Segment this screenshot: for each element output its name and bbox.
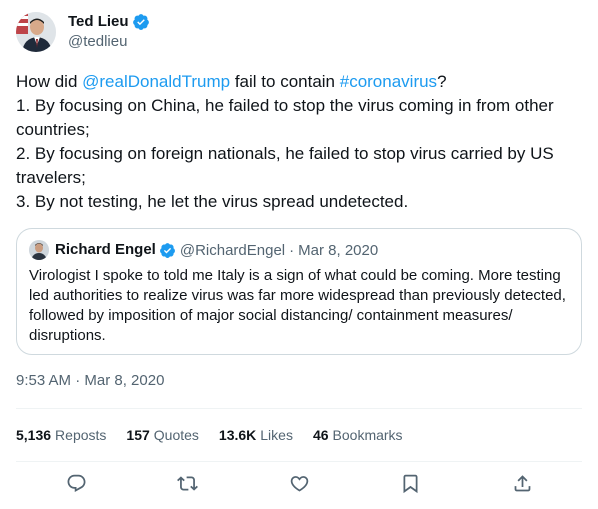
quotes-label: Quotes xyxy=(153,427,199,443)
likes-stat[interactable]: 13.6K Likes xyxy=(219,427,293,443)
separator-dot: · xyxy=(289,241,295,259)
author-handle[interactable]: @tedlieu xyxy=(68,32,150,52)
bookmarks-count: 46 xyxy=(312,427,329,443)
quoted-author-display-name: Richard Engel xyxy=(55,241,156,258)
reply-icon xyxy=(67,474,85,492)
tweet-text-line: 2. By focusing on foreign nationals, he … xyxy=(16,144,554,187)
bookmark-icon xyxy=(403,474,418,493)
repost-icon xyxy=(177,475,198,491)
like-button[interactable] xyxy=(287,471,311,495)
reposts-count: 5,136 xyxy=(16,427,52,443)
like-icon xyxy=(290,475,308,492)
author-avatar[interactable] xyxy=(16,12,56,52)
quoted-author-avatar xyxy=(29,240,49,260)
bookmarks-stat[interactable]: 46 Bookmarks xyxy=(313,427,403,443)
tweet-text-segment: ? xyxy=(437,72,447,91)
reply-button[interactable] xyxy=(64,471,88,495)
tweet-timestamp[interactable]: 9:53 AM · Mar 8, 2020 xyxy=(16,372,164,389)
quoted-tweet-card[interactable]: Richard Engel @RichardEngel · Mar 8, 202… xyxy=(16,228,582,355)
quoted-tweet-date: Mar 8, 2020 xyxy=(298,241,379,259)
author-display-name[interactable]: Ted Lieu xyxy=(68,12,129,32)
mention-link[interactable]: @realDonaldTrump xyxy=(82,72,230,91)
divider xyxy=(16,408,582,409)
verified-badge-icon xyxy=(159,242,175,258)
tweet-text-line: 1. By focusing on China, he failed to st… xyxy=(16,96,554,139)
engagement-stats: 5,136 Reposts 157 Quotes 13.6K Likes 46 … xyxy=(16,427,403,443)
divider xyxy=(16,461,582,462)
likes-count: 13.6K xyxy=(218,427,257,443)
reposts-label: Reposts xyxy=(55,427,107,443)
tweet-text: How did @realDonaldTrump fail to contain… xyxy=(16,70,582,214)
bookmarks-label: Bookmarks xyxy=(332,427,403,443)
quoted-tweet-text: Virologist I spoke to told me Italy is a… xyxy=(29,267,566,344)
tweet-header: Ted Lieu @tedlieu xyxy=(16,10,150,54)
action-bar xyxy=(16,471,582,495)
tweet-text-line: 3. By not testing, he let the virus spre… xyxy=(16,192,409,211)
repost-button[interactable] xyxy=(176,471,200,495)
likes-label: Likes xyxy=(260,427,293,443)
tweet-text-segment: fail to contain xyxy=(230,72,340,91)
quotes-stat[interactable]: 157 Quotes xyxy=(126,427,199,443)
share-button[interactable] xyxy=(510,471,534,495)
bookmark-button[interactable] xyxy=(399,471,423,495)
verified-badge-icon xyxy=(132,14,149,30)
reposts-stat[interactable]: 5,136 Reposts xyxy=(16,427,106,443)
quoted-author-handle: @RichardEngel xyxy=(179,241,286,259)
share-icon xyxy=(514,474,530,491)
hashtag-link[interactable]: #coronavirus xyxy=(340,72,437,91)
quotes-count: 157 xyxy=(126,427,150,443)
tweet-text-segment: How did xyxy=(16,72,83,91)
